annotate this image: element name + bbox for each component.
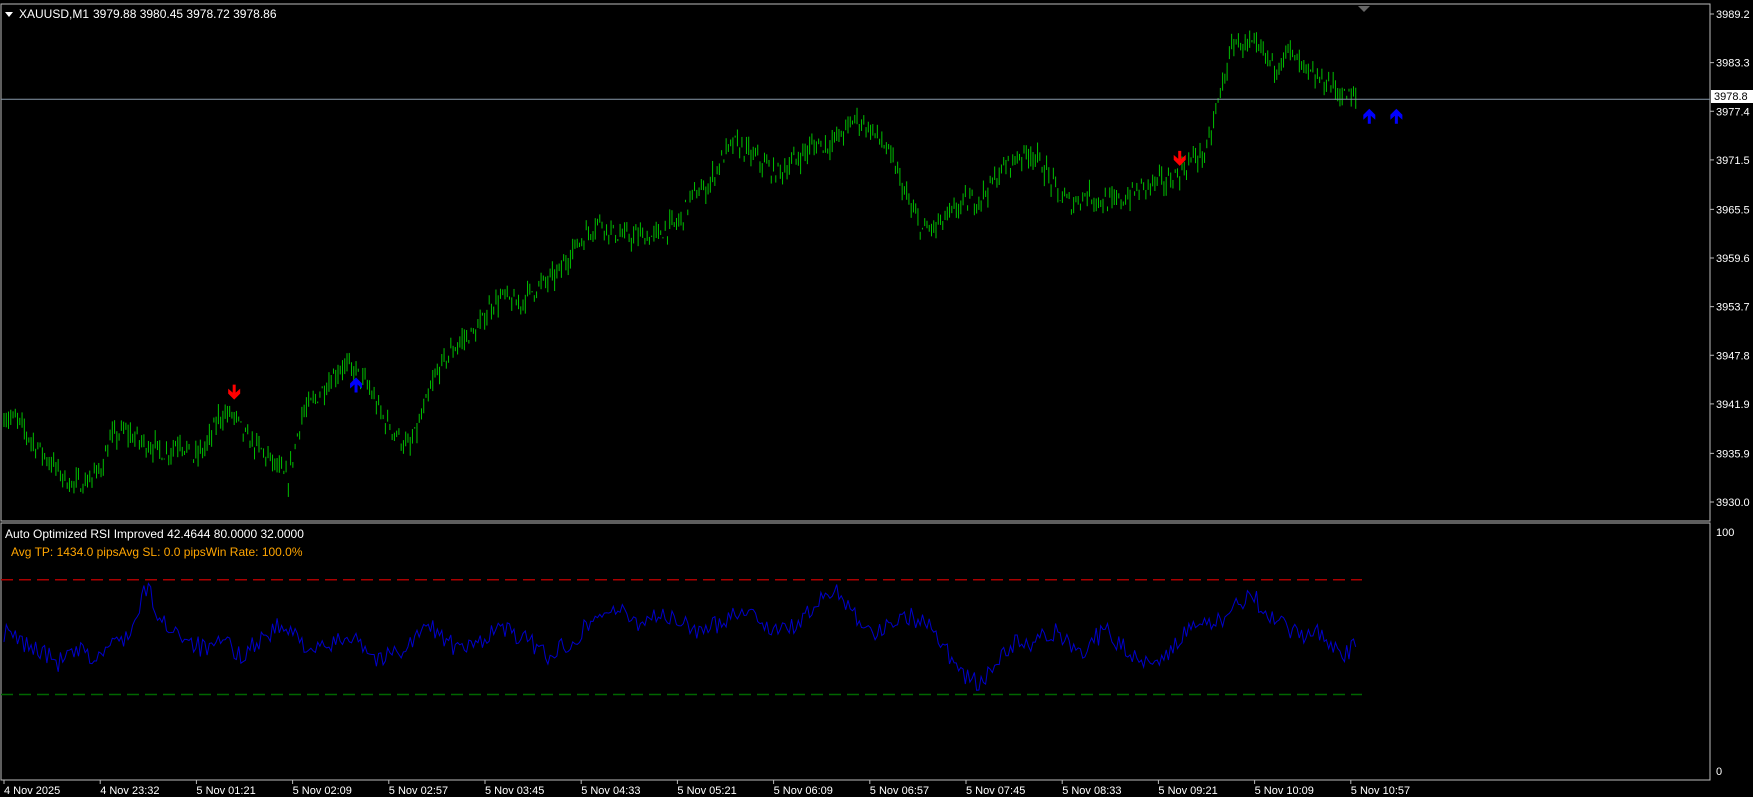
- buy-arrow-icon: [1363, 108, 1376, 124]
- time-tick-label: 5 Nov 05:21: [677, 785, 736, 797]
- trading-chart[interactable]: 3978.8 XAUUSD,M1 3979.88 3980.45 3978.72…: [0, 0, 1753, 797]
- rsi-line: [3, 582, 1357, 691]
- price-candles: [3, 30, 1357, 497]
- price-tick-label: 3971.5: [1716, 155, 1750, 167]
- indicator-panel-frame: [0, 522, 1711, 781]
- time-tick-label: 5 Nov 03:45: [485, 785, 544, 797]
- time-tick-label: 5 Nov 10:57: [1351, 785, 1410, 797]
- price-tick-label: 3959.6: [1716, 253, 1750, 265]
- main-panel-frame: [0, 3, 1711, 522]
- time-tick-label: 5 Nov 06:57: [870, 785, 929, 797]
- price-tick-label: 3947.8: [1716, 350, 1750, 362]
- price-tick-label: 3989.2: [1716, 9, 1750, 21]
- time-tick-label: 5 Nov 09:21: [1158, 785, 1217, 797]
- time-tick-label: 4 Nov 23:32: [100, 785, 159, 797]
- price-tick-label: 3935.9: [1716, 448, 1750, 460]
- signal-arrows: [228, 108, 1403, 400]
- indicator-stats: Avg TP: 1434.0 pipsAvg SL: 0.0 pipsWin R…: [11, 545, 303, 559]
- time-tick-label: 5 Nov 04:33: [581, 785, 640, 797]
- time-axis: 4 Nov 2025 4 Nov 23:32 5 Nov 01:21 5 Nov 02…: [3, 780, 1410, 797]
- price-tick-label: 3953.7: [1716, 302, 1750, 314]
- indicator-axis-top: 100: [1716, 527, 1734, 539]
- price-tick-label: 3930.0: [1716, 497, 1750, 509]
- time-tick-label: 5 Nov 10:09: [1255, 785, 1314, 797]
- ohlc-label: 3979.88 3980.45 3978.72 3978.86: [93, 7, 277, 21]
- chart-menu-icon[interactable]: [5, 12, 13, 17]
- shift-marker-icon[interactable]: [1358, 6, 1370, 12]
- symbol-label: XAUUSD,M1: [19, 7, 89, 21]
- time-tick-label: 5 Nov 08:33: [1062, 785, 1121, 797]
- buy-arrow-icon: [1390, 108, 1403, 124]
- time-tick-label: 5 Nov 01:21: [196, 785, 255, 797]
- time-tick-label: 4 Nov 2025: [4, 785, 60, 797]
- time-tick-label: 5 Nov 06:09: [774, 785, 833, 797]
- sell-arrow-icon: [228, 384, 241, 400]
- price-tick-label: 3983.3: [1716, 58, 1750, 70]
- time-tick-label: 5 Nov 07:45: [966, 785, 1025, 797]
- indicator-title: Auto Optimized RSI Improved 42.4644 80.0…: [5, 527, 304, 541]
- price-tick-label: 3941.9: [1716, 399, 1750, 411]
- time-tick-label: 5 Nov 02:57: [389, 785, 448, 797]
- price-tick-label: 3977.4: [1716, 106, 1750, 118]
- time-tick-label: 5 Nov 02:09: [293, 785, 352, 797]
- indicator-axis-bottom: 0: [1716, 766, 1722, 778]
- buy-arrow-icon: [350, 377, 363, 393]
- price-axis: 3989.2 3983.3 3977.4 3971.5 3965.5 3959.6 3953…: [1710, 9, 1750, 509]
- current-price-label: 3978.8: [1714, 91, 1748, 103]
- price-tick-label: 3965.5: [1716, 204, 1750, 216]
